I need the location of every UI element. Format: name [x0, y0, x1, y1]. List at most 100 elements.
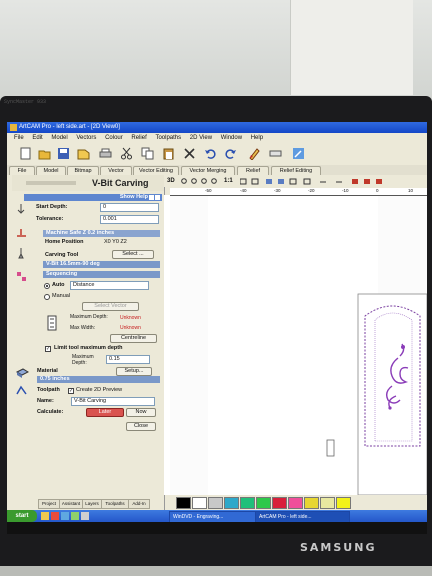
pencil-icon[interactable]: [248, 147, 261, 160]
tool-value-bar[interactable]: V-Bit 16.5mm-90 deg: [43, 261, 160, 268]
tab-relief[interactable]: Relief: [237, 166, 269, 175]
limit-depth-checkbox[interactable]: ✓: [45, 346, 51, 352]
zoom-in-icon[interactable]: [181, 178, 188, 185]
zoom-box-icon[interactable]: [201, 178, 208, 185]
ruler-tick-label: -20: [308, 188, 315, 193]
menu-file[interactable]: File: [14, 135, 24, 141]
material-value-bar[interactable]: 0.75 inches: [37, 376, 160, 383]
color-swatch[interactable]: [176, 497, 191, 509]
color-swatch[interactable]: [224, 497, 239, 509]
menu-vectors[interactable]: Vectors: [76, 135, 96, 141]
undo-icon[interactable]: [204, 147, 217, 160]
tab-model[interactable]: Model: [36, 166, 66, 175]
color-swatch[interactable]: [256, 497, 271, 509]
menu-window[interactable]: Window: [221, 135, 242, 141]
color-swatch[interactable]: [320, 497, 335, 509]
tab-vector-editing[interactable]: Vector Editing: [133, 166, 179, 175]
redo-icon[interactable]: [224, 147, 237, 160]
view-3d-button[interactable]: 3D: [167, 175, 175, 187]
calculate-label: Calculate:: [37, 409, 64, 415]
show-help-bar[interactable]: Show Help: [24, 194, 162, 201]
depth-info-icon: [47, 315, 57, 331]
zoom-out-icon[interactable]: [191, 178, 198, 185]
color-swatch[interactable]: [208, 497, 223, 509]
color-swatch[interactable]: [192, 497, 207, 509]
material-setup-button[interactable]: Setup...: [116, 367, 152, 376]
close-button[interactable]: Close: [126, 422, 156, 431]
menu-colour[interactable]: Colour: [105, 135, 123, 141]
help-controls-icon[interactable]: [149, 195, 161, 200]
cut-icon[interactable]: [120, 147, 133, 160]
import-icon[interactable]: [77, 147, 90, 160]
color-swatch[interactable]: [304, 497, 319, 509]
max-width-label: Max Width:: [70, 325, 96, 331]
window-title: ArtCAM Pro - left side.art - [2D View0]: [19, 124, 120, 130]
tolerance-input[interactable]: 0.001: [100, 215, 159, 224]
tab-bitmap[interactable]: Bitmap: [67, 166, 99, 175]
tab-file[interactable]: File: [9, 166, 35, 175]
max-depth-label: Maximum Depth:: [70, 314, 108, 320]
tab-relief-editing[interactable]: Relief Editing: [271, 166, 321, 175]
save-icon[interactable]: [57, 147, 70, 160]
zoom-ratio-button[interactable]: 1:1: [224, 175, 233, 187]
manual-radio[interactable]: [44, 294, 50, 300]
tab-add-in[interactable]: Add-In: [128, 499, 150, 509]
v-bit-carving-panel: V-Bit Carving Show Help Start Depth: 0 T…: [12, 175, 165, 518]
tab-toolpaths[interactable]: Toolpaths: [101, 499, 129, 509]
limit-max-depth-input[interactable]: 0.15: [106, 355, 150, 364]
toolpath-name-input[interactable]: V-Bit Carving: [71, 397, 155, 406]
tab-project[interactable]: Project: [38, 499, 60, 509]
menu-relief[interactable]: Relief: [131, 135, 146, 141]
later-button[interactable]: Later: [86, 408, 124, 417]
now-button[interactable]: Now: [126, 408, 156, 417]
menu-model[interactable]: Model: [51, 135, 67, 141]
paste-icon[interactable]: [162, 147, 175, 160]
color-swatch[interactable]: [240, 497, 255, 509]
menu-edit[interactable]: Edit: [32, 135, 42, 141]
2d-view-canvas[interactable]: [170, 196, 427, 496]
ruler-tick-label: -40: [240, 188, 247, 193]
menu-toolpaths[interactable]: Toolpaths: [155, 135, 181, 141]
quick-launch-icons[interactable]: [41, 512, 91, 520]
machine-safe-bar[interactable]: Machine Safe Z 0.2 inches: [43, 230, 160, 237]
open-folder-icon[interactable]: [38, 147, 51, 160]
color-swatch[interactable]: [288, 497, 303, 509]
delete-icon[interactable]: [183, 147, 196, 160]
progress-stripe-icon: [26, 181, 76, 185]
start-depth-icon: [17, 204, 25, 214]
auto-radio[interactable]: [44, 283, 50, 289]
sequencing-bar[interactable]: Sequencing: [43, 271, 160, 278]
max-width-value: Unknown: [120, 325, 141, 331]
tab-layers[interactable]: Layers: [82, 499, 102, 509]
print-icon[interactable]: [99, 147, 112, 160]
centreline-button[interactable]: Centreline: [110, 334, 157, 343]
tab-vector[interactable]: Vector: [100, 166, 132, 175]
auto-sequence-select[interactable]: Distance: [70, 281, 149, 290]
tool-value: V-Bit 16.5mm-90 deg: [46, 261, 100, 267]
menu-2d-view[interactable]: 2D View: [190, 135, 212, 141]
material-label: Material: [37, 368, 58, 374]
menu-bar: File Edit Model Vectors Colour Relief To…: [7, 133, 427, 143]
copy-icon[interactable]: [141, 147, 154, 160]
panel-title: V-Bit Carving: [92, 178, 149, 188]
wizard-icon[interactable]: [292, 147, 305, 160]
taskbar: start WinDVD - Engraving... ArtCAM Pro -…: [7, 510, 427, 523]
select-tool-button[interactable]: Select ...: [112, 250, 154, 259]
select-vector-button[interactable]: Select Vector: [82, 302, 139, 311]
panel-header: V-Bit Carving: [12, 175, 164, 191]
create-preview-checkbox[interactable]: ✓: [68, 388, 74, 394]
tab-vector-merging[interactable]: Vector Merging: [181, 166, 235, 175]
limit-max-depth-label: Maximum Depth:: [72, 354, 94, 366]
new-file-icon[interactable]: [19, 147, 32, 160]
material-icon: [16, 368, 29, 378]
tab-assistant[interactable]: Assistant: [59, 499, 83, 509]
zoom-fit-icon[interactable]: [211, 178, 218, 185]
limit-depth-label: Limit tool maximum depth: [54, 345, 123, 351]
measure-icon[interactable]: [269, 147, 282, 160]
start-button[interactable]: start: [7, 510, 37, 522]
view-tools-icon[interactable]: [240, 178, 390, 185]
start-depth-input[interactable]: 0: [100, 203, 159, 212]
menu-help[interactable]: Help: [251, 135, 263, 141]
color-swatch[interactable]: [272, 497, 287, 509]
color-swatch[interactable]: [336, 497, 351, 509]
